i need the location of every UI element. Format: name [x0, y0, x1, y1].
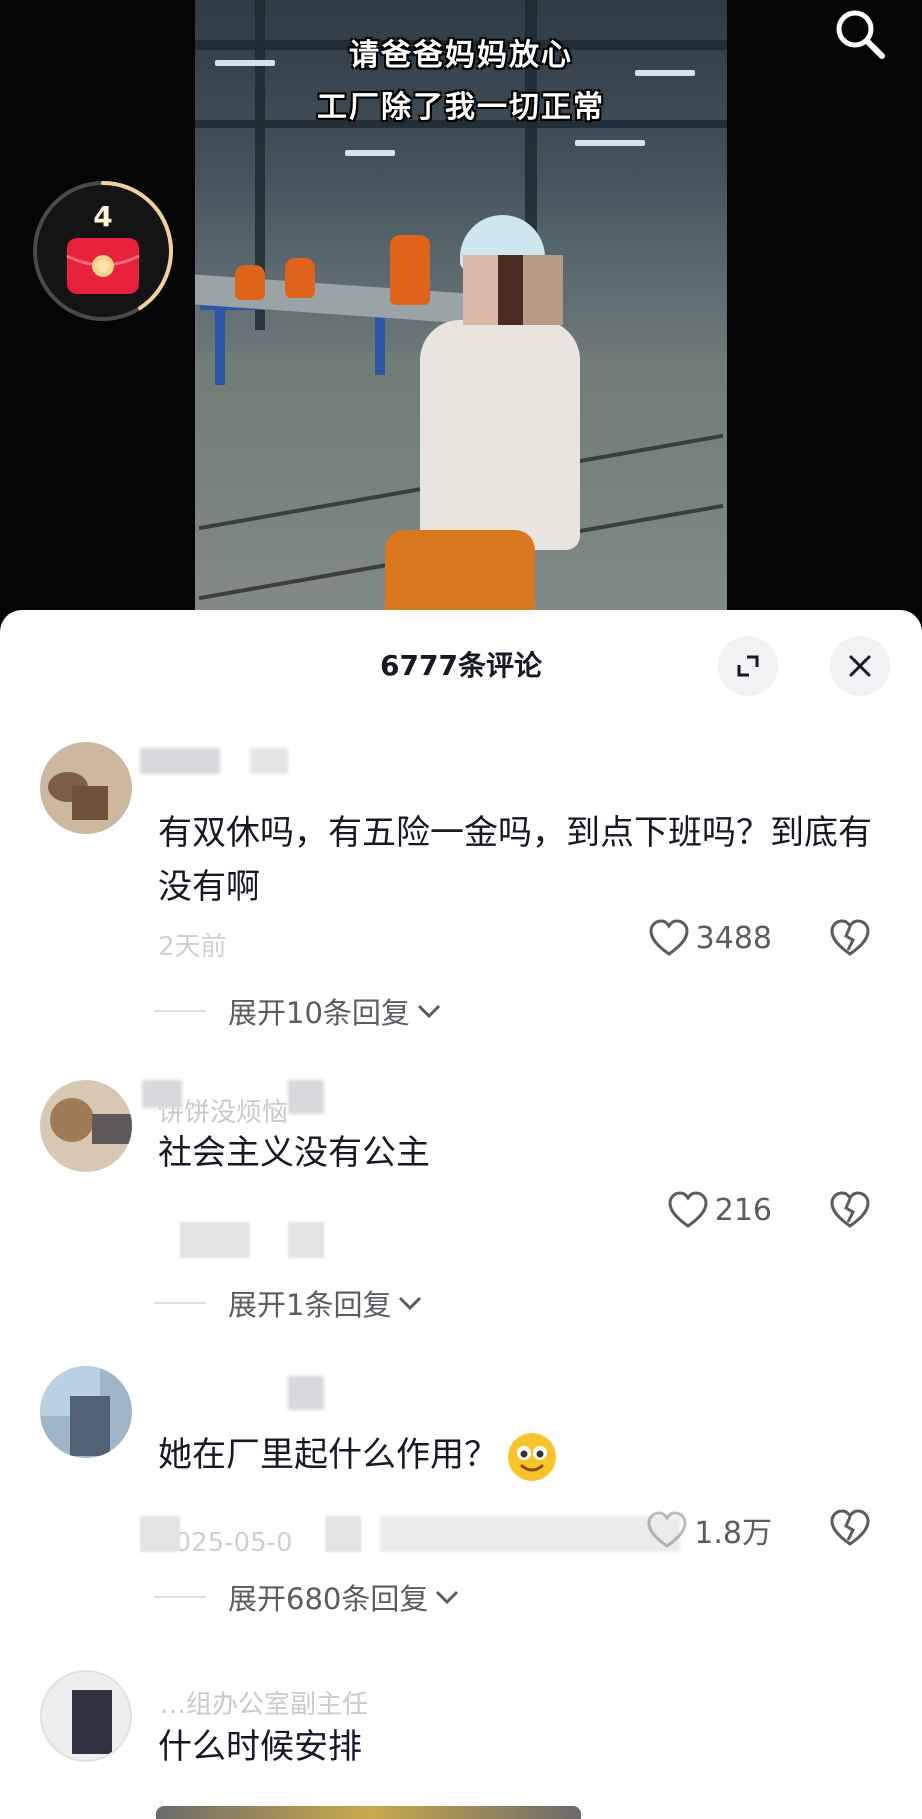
- heart-icon: [649, 919, 689, 956]
- worker-figure: [285, 258, 315, 298]
- red-packet-widget[interactable]: 4: [30, 178, 176, 324]
- replies-divider: [154, 1596, 206, 1598]
- username-blurred[interactable]: [288, 1376, 324, 1410]
- video-player[interactable]: 请爸爸妈妈放心 工厂除了我一切正常 4: [0, 0, 922, 640]
- video-caption-line-2: 工厂除了我一切正常: [317, 90, 605, 125]
- like-button[interactable]: 3488: [648, 918, 772, 958]
- broken-heart-icon: [830, 1509, 870, 1546]
- video-caption: 请爸爸妈妈放心 工厂除了我一切正常: [195, 30, 727, 134]
- person-pants: [385, 530, 535, 612]
- heart-icon: [647, 1511, 687, 1548]
- ceiling-light: [575, 140, 645, 146]
- comment-text: 她在厂里起什么作用？: [158, 1428, 878, 1483]
- heart-icon: [668, 1191, 708, 1228]
- attached-image[interactable]: [156, 1806, 581, 1819]
- expand-icon: [737, 655, 759, 677]
- expand-replies-label: 展开680条回复: [228, 1582, 429, 1616]
- red-packet-count: 4: [93, 200, 113, 233]
- broken-heart-icon: [830, 919, 870, 956]
- broken-heart-icon: [830, 1191, 870, 1228]
- video-caption-line-1: 请爸爸妈妈放心: [349, 38, 573, 73]
- ceiling-light: [345, 150, 395, 156]
- avatar[interactable]: [40, 1366, 132, 1458]
- meta-blurred: [180, 1222, 250, 1258]
- username-blurred: [250, 748, 288, 774]
- username-blurred[interactable]: [140, 748, 220, 774]
- avatar-pattern: [50, 1098, 94, 1142]
- username-blurred: [288, 1080, 324, 1114]
- like-count: 216: [714, 1192, 772, 1228]
- search-button[interactable]: [830, 4, 890, 64]
- expand-replies-button[interactable]: 展开1条回复: [154, 1282, 425, 1324]
- meta-blurred: [140, 1516, 180, 1552]
- close-button[interactable]: [830, 636, 890, 696]
- worker-figure: [235, 265, 265, 300]
- comment-text-content: 她在厂里起什么作用？: [158, 1435, 498, 1475]
- like-button[interactable]: 216: [667, 1190, 772, 1230]
- chevron-down-icon: [399, 1296, 422, 1311]
- like-button[interactable]: 1.8万: [646, 1508, 772, 1552]
- dislike-button[interactable]: [828, 1508, 876, 1552]
- avatar[interactable]: [40, 1670, 132, 1762]
- username-blurred: [142, 1080, 182, 1108]
- comment-sheet: 6777条评论 有双休吗，有五险一金吗，到点下班吗？到底有没有啊 2天前 348…: [0, 610, 922, 1819]
- expand-replies-button[interactable]: 展开680条回复: [154, 1576, 462, 1618]
- meta-blurred: [325, 1516, 361, 1552]
- expand-replies-label: 展开10条回复: [228, 996, 410, 1030]
- dislike-button[interactable]: [828, 918, 876, 962]
- replies-divider: [154, 1010, 206, 1012]
- dislike-button[interactable]: [828, 1190, 876, 1234]
- expand-button[interactable]: [718, 636, 778, 696]
- close-icon: [849, 655, 871, 677]
- expand-replies-button[interactable]: 展开10条回复: [154, 990, 444, 1032]
- avatar-blur: [70, 1396, 110, 1456]
- comment-count-title: 6777条评论: [380, 649, 542, 682]
- chevron-down-icon: [417, 1004, 440, 1019]
- comment-text: 什么时候安排: [158, 1727, 362, 1767]
- meta-blurred: [380, 1516, 680, 1552]
- person-figure: [420, 320, 580, 550]
- search-icon: [836, 10, 885, 59]
- username[interactable]: …组办公室副主任: [160, 1684, 368, 1721]
- meta-blurred: [288, 1222, 324, 1258]
- red-envelope-icon: [66, 238, 140, 294]
- comment-meta: 2天前: [158, 932, 227, 962]
- like-count: 3488: [695, 920, 772, 956]
- chevron-down-icon: [436, 1590, 459, 1605]
- comment-text: 有双休吗，有五险一金吗，到点下班吗？到底有没有啊: [158, 813, 872, 907]
- expand-replies-label: 展开1条回复: [228, 1288, 392, 1322]
- avatar[interactable]: [40, 742, 132, 834]
- smile-emoji-icon: [508, 1432, 556, 1481]
- replies-divider: [154, 1302, 206, 1304]
- steel-table-leg: [215, 305, 225, 385]
- worker-figure: [390, 235, 430, 305]
- avatar[interactable]: [40, 1080, 132, 1172]
- comment-text: 社会主义没有公主: [158, 1133, 430, 1173]
- avatar-blur: [72, 786, 108, 820]
- avatar-pattern: [72, 1690, 112, 1754]
- like-count: 1.8万: [694, 1516, 772, 1551]
- avatar-blur: [92, 1114, 132, 1144]
- blurred-face: [463, 255, 563, 325]
